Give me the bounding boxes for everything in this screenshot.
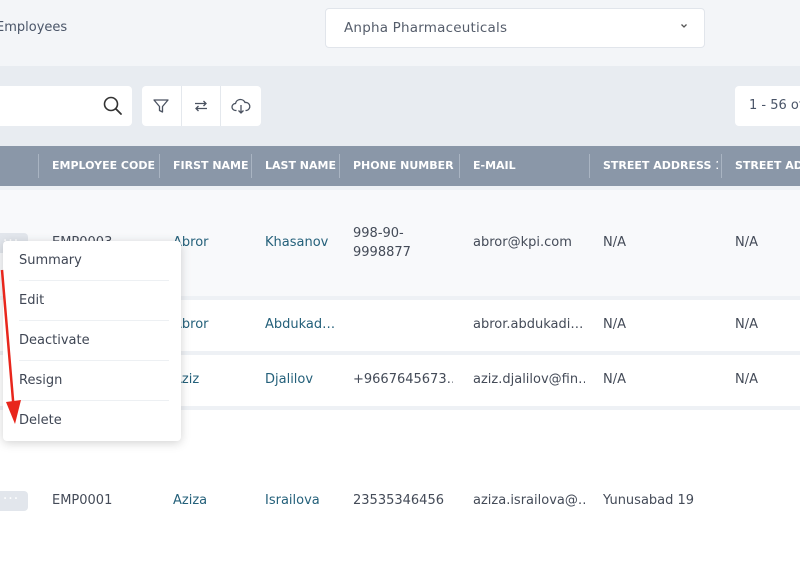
column-separator bbox=[339, 154, 340, 178]
swap-arrows-icon bbox=[194, 100, 207, 112]
search-box[interactable] bbox=[0, 86, 132, 126]
cell-street-address-1: N/A bbox=[603, 372, 626, 387]
cell-email: aziza.israilova@… bbox=[473, 493, 585, 508]
search-icon[interactable] bbox=[102, 95, 124, 117]
cell-email: aziz.djalilov@fin… bbox=[473, 372, 585, 387]
cell-last-name[interactable]: Khasanov bbox=[265, 235, 335, 250]
column-header-last-name[interactable]: LAST NAME bbox=[265, 146, 337, 186]
company-select-value: Anpha Pharmaceuticals bbox=[344, 20, 508, 36]
cell-email: abror.abdukadi… bbox=[473, 317, 584, 332]
chevron-down-icon bbox=[681, 24, 687, 28]
cell-employee-code: EMP0001 bbox=[52, 493, 113, 508]
top-bar: Employees Anpha Pharmaceuticals bbox=[0, 0, 800, 66]
column-header-email[interactable]: E-MAIL bbox=[473, 146, 587, 186]
menu-item-summary[interactable]: Summary bbox=[19, 241, 169, 281]
row-actions-button[interactable]: ··· bbox=[0, 491, 28, 511]
column-header-street-address-2[interactable]: STREET ADD bbox=[735, 146, 800, 186]
column-separator bbox=[459, 154, 460, 178]
cell-first-name[interactable]: Aziza bbox=[173, 493, 245, 508]
cell-street-address-1: Yunusabad 19 bbox=[603, 493, 695, 508]
filter-button[interactable] bbox=[142, 86, 182, 126]
cell-last-name[interactable]: Abdukad… bbox=[265, 317, 335, 332]
cell-street-address-1: N/A bbox=[603, 317, 626, 332]
breadcrumb[interactable]: Employees bbox=[0, 20, 67, 35]
cell-street-address-2: N/A bbox=[735, 372, 758, 387]
toolbar: 1 - 56 of bbox=[0, 66, 800, 146]
cell-phone-number: 998-90-9998877 bbox=[353, 226, 411, 260]
menu-item-delete[interactable]: Delete bbox=[19, 401, 169, 441]
cell-first-name[interactable]: Abror bbox=[173, 235, 245, 250]
cell-phone-number: 23535346456 bbox=[353, 493, 444, 508]
column-separator bbox=[159, 154, 160, 178]
cell-street-address-1: N/A bbox=[603, 235, 626, 250]
cloud-download-icon bbox=[231, 98, 251, 114]
company-select[interactable]: Anpha Pharmaceuticals bbox=[325, 8, 705, 48]
cell-street-address-2: N/A bbox=[735, 317, 758, 332]
column-separator bbox=[251, 154, 252, 178]
download-button[interactable] bbox=[221, 86, 261, 126]
menu-item-edit[interactable]: Edit bbox=[19, 281, 169, 321]
column-header-employee-code[interactable]: EMPLOYEE CODE bbox=[52, 146, 157, 186]
filter-icon bbox=[153, 99, 169, 113]
menu-item-resign[interactable]: Resign bbox=[19, 361, 169, 401]
table-header: EMPLOYEE CODE FIRST NAME LAST NAME PHONE… bbox=[0, 146, 800, 186]
column-header-first-name[interactable]: FIRST NAME bbox=[173, 146, 249, 186]
column-separator bbox=[38, 154, 39, 178]
menu-item-deactivate[interactable]: Deactivate bbox=[19, 321, 169, 361]
cell-email: abror@kpi.com bbox=[473, 235, 572, 250]
tool-button-group bbox=[142, 86, 261, 126]
cell-first-name[interactable]: Abror bbox=[173, 317, 245, 332]
column-header-phone-number[interactable]: PHONE NUMBER bbox=[353, 146, 457, 186]
cell-first-name[interactable]: Aziz bbox=[173, 372, 245, 387]
pagination-info: 1 - 56 of bbox=[735, 86, 800, 126]
cell-street-address-2: N/A bbox=[735, 235, 758, 250]
cell-phone-number: +9667645673… bbox=[353, 372, 453, 387]
swap-button[interactable] bbox=[182, 86, 222, 126]
cell-last-name[interactable]: Israilova bbox=[265, 493, 335, 508]
column-separator bbox=[721, 154, 722, 178]
column-separator bbox=[589, 154, 590, 178]
column-header-street-address-1[interactable]: STREET ADDRESS 1 bbox=[603, 146, 718, 186]
row-context-menu: Summary Edit Deactivate Resign Delete bbox=[3, 241, 181, 441]
cell-last-name[interactable]: Djalilov bbox=[265, 372, 335, 387]
